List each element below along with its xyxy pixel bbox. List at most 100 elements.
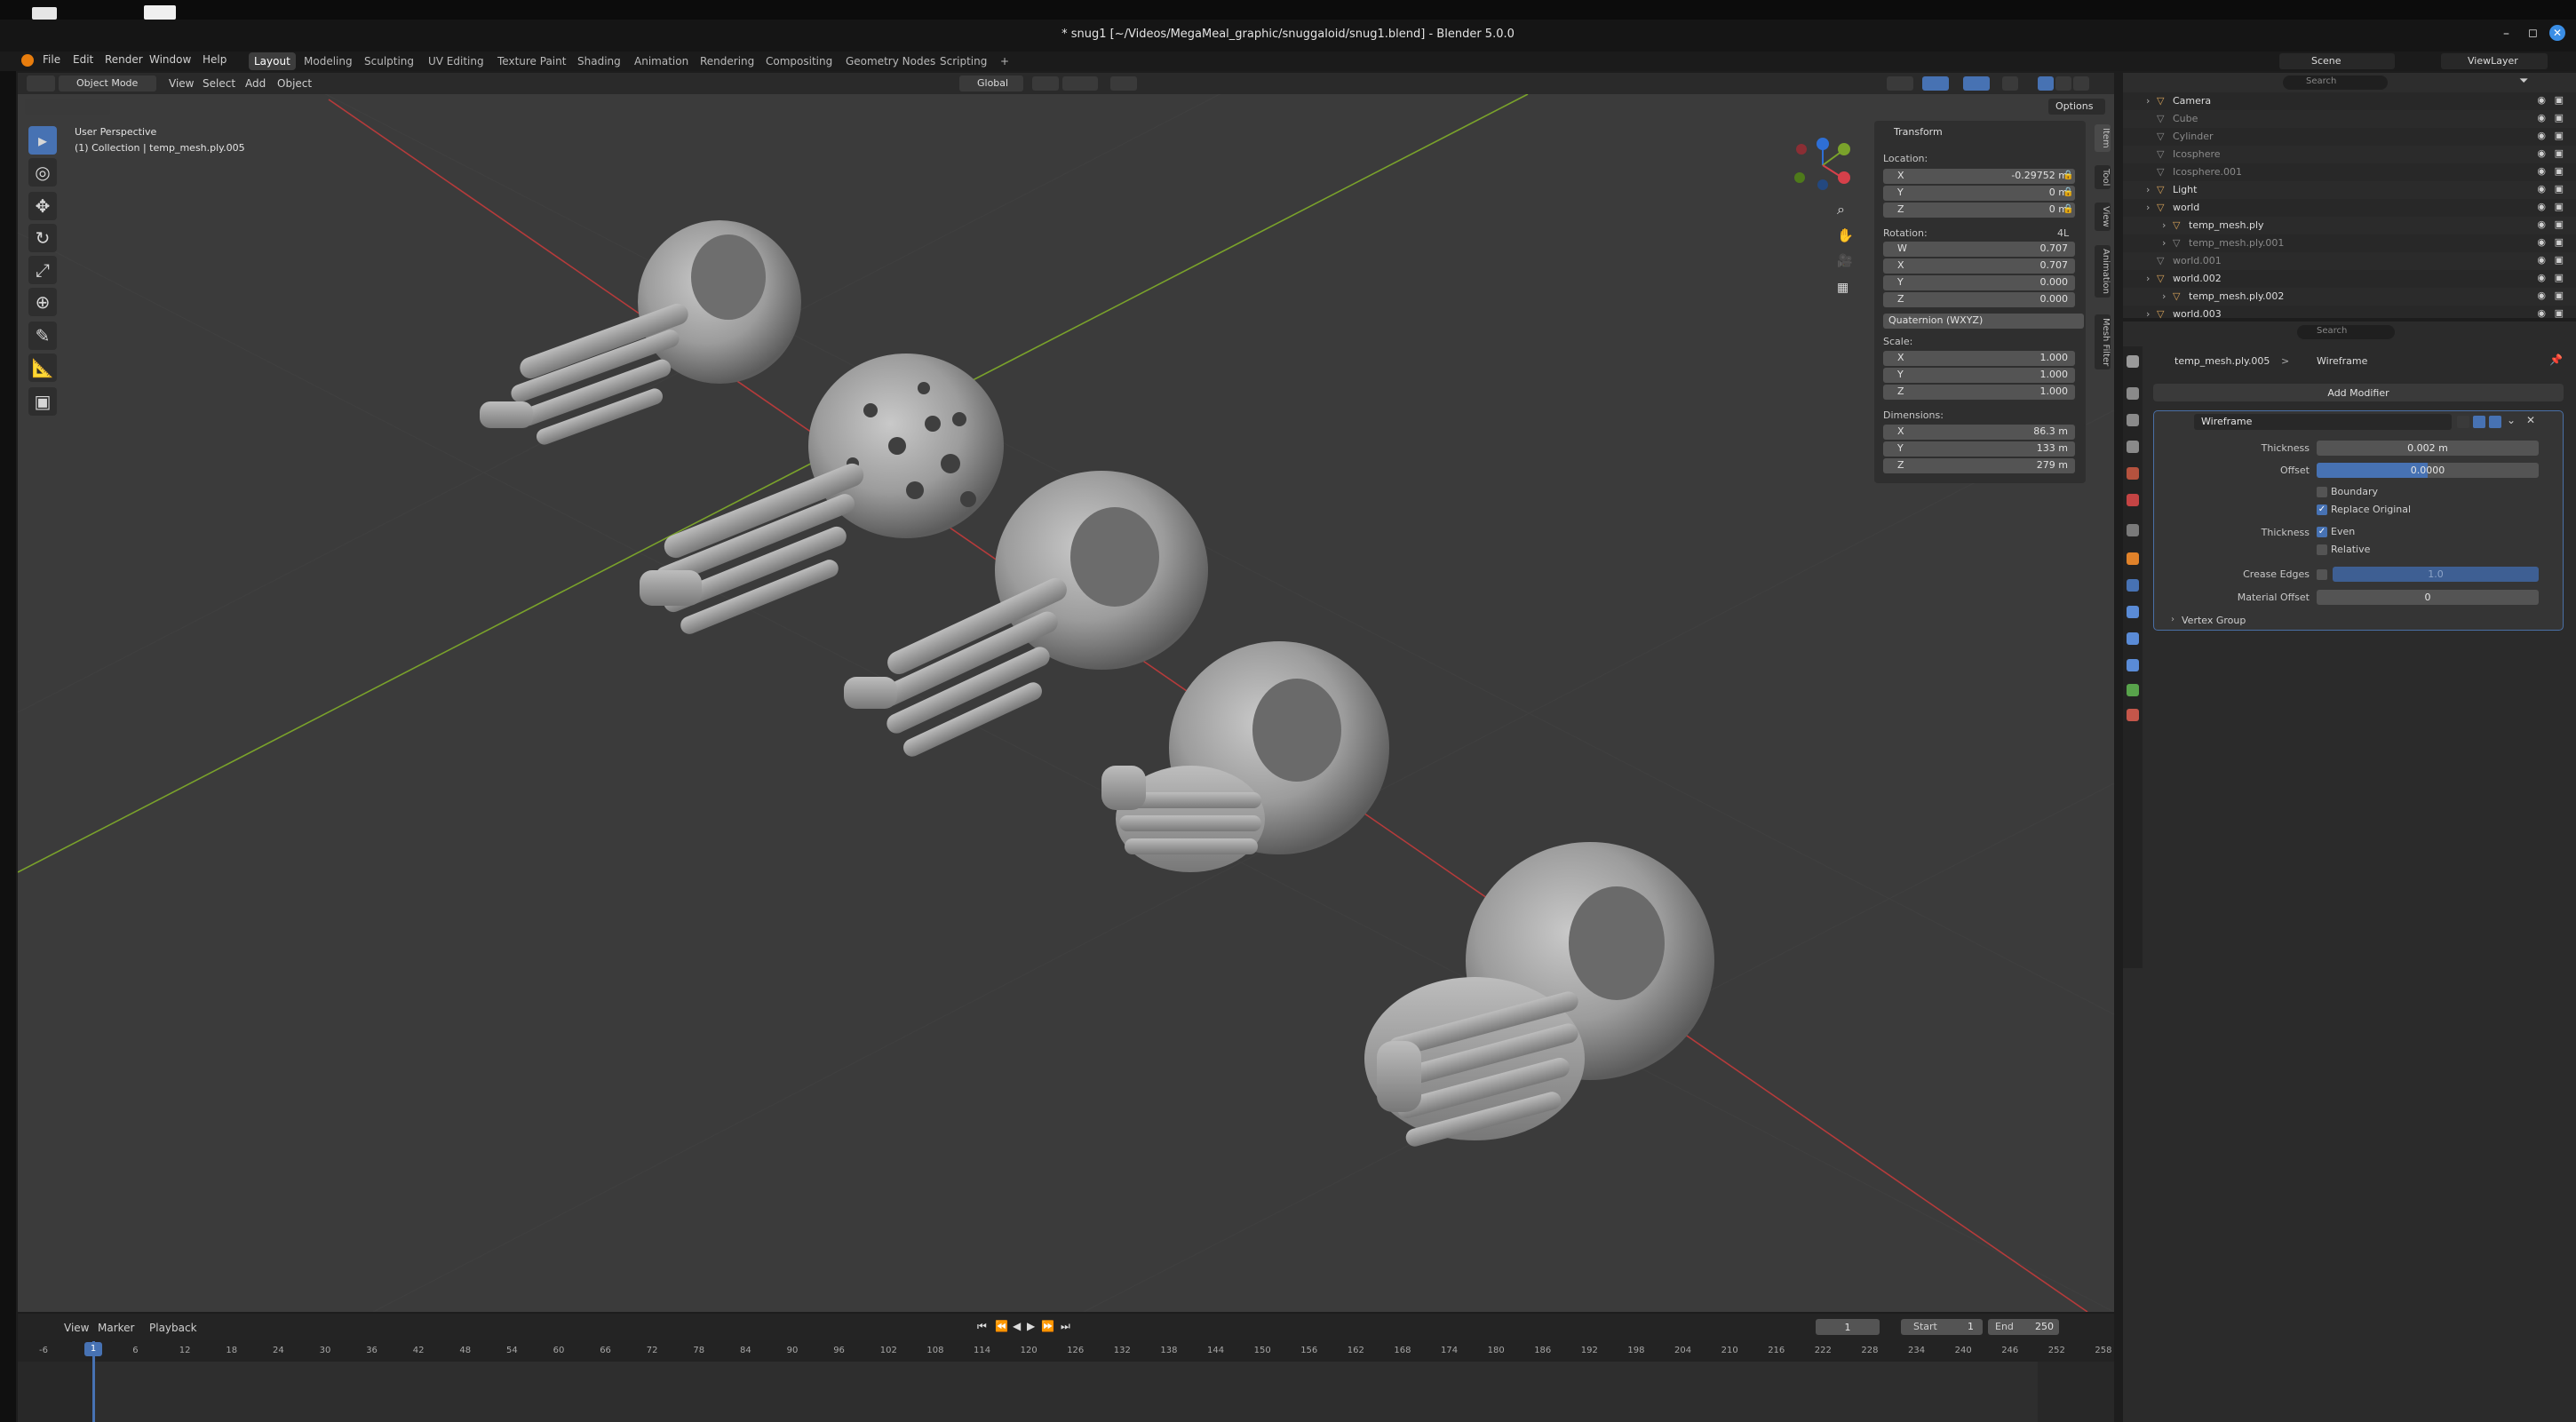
visibility-eye-icon[interactable]: ◉ (2537, 201, 2546, 212)
lock-icon[interactable]: 🔒 (2063, 204, 2073, 215)
pivot-icon[interactable] (1032, 76, 1059, 91)
vertex-group-subpanel[interactable]: › Vertex Group (2167, 615, 2523, 629)
add-workspace-button[interactable]: + (995, 52, 1014, 70)
blender-logo-icon[interactable] (21, 54, 34, 67)
measure-tool-icon[interactable]: 📐 (28, 354, 57, 382)
properties-search-input[interactable]: Search (2297, 325, 2395, 339)
render-properties-icon[interactable] (2127, 387, 2139, 400)
rotation-x-field[interactable]: X 0.707 (1883, 258, 2075, 274)
add-modifier-button[interactable]: Add Modifier (2153, 384, 2564, 401)
modifier-name-field[interactable]: Wireframe (2194, 414, 2452, 430)
visibility-eye-icon[interactable]: ◉ (2537, 254, 2546, 266)
rotation-mode-dropdown[interactable]: Quaternion (WXYZ) (1883, 314, 2084, 329)
playback-controls[interactable]: ⏮ ⏪ ◀ ▶ ⏩ ⏭ (974, 1318, 1089, 1336)
cursor-tool-icon[interactable]: ◎ (28, 158, 57, 187)
outliner-row[interactable]: ▽ Icosphere.001 ◉ ▣ (2123, 163, 2576, 181)
outliner-row[interactable]: › ▽ world.003 ◉ ▣ (2123, 306, 2576, 323)
visibility-eye-icon[interactable]: ◉ (2537, 236, 2546, 248)
visibility-eye-icon[interactable]: ◉ (2537, 165, 2546, 177)
tab-animation[interactable]: Animation (629, 52, 694, 70)
view-layer-icon[interactable] (2127, 441, 2139, 453)
npanel-tab-mesh-filter[interactable]: Mesh Filter (2095, 314, 2111, 370)
end-frame-field[interactable]: End 250 (1988, 1319, 2059, 1335)
dimensions-y-field[interactable]: Y 133 m (1883, 441, 2075, 457)
render-camera-icon[interactable]: ▣ (2555, 201, 2564, 212)
next-keyframe-icon[interactable]: ⏩ (1041, 1320, 1054, 1332)
navigation-gizmo[interactable] (1791, 133, 1869, 195)
collection-properties-icon[interactable] (2127, 524, 2139, 536)
npanel-tab-view[interactable]: View (2095, 203, 2111, 231)
replace-original-checkbox[interactable]: ✓ (2317, 504, 2327, 515)
pan-hand-icon[interactable]: ✋ (1837, 227, 1854, 243)
offset-field[interactable]: 0.0000 (2317, 463, 2539, 478)
tab-texture-paint[interactable]: Texture Paint (492, 52, 571, 70)
rotation-y-field[interactable]: Y 0.000 (1883, 275, 2075, 290)
transform-tool-icon[interactable]: ⊕ (28, 288, 57, 316)
viewlayer-selector[interactable]: ViewLayer (2441, 53, 2548, 69)
annotate-tool-icon[interactable]: ✎ (28, 322, 57, 350)
render-camera-icon[interactable]: ▣ (2555, 272, 2564, 283)
visibility-eye-icon[interactable]: ◉ (2537, 307, 2546, 319)
orientation-selector[interactable]: Global (959, 75, 1023, 91)
render-camera-icon[interactable]: ▣ (2555, 130, 2564, 141)
relative-checkbox[interactable] (2317, 544, 2327, 555)
thickness-field[interactable]: 0.002 m (2317, 441, 2539, 456)
outliner-row[interactable]: › ▽ Light ◉ ▣ (2123, 181, 2576, 199)
crease-edges-checkbox[interactable] (2317, 569, 2327, 580)
chevron-right-icon[interactable]: › (2146, 184, 2150, 195)
output-properties-icon[interactable] (2127, 414, 2139, 426)
even-checkbox[interactable]: ✓ (2317, 527, 2327, 537)
tab-uv-editing[interactable]: UV Editing (423, 52, 489, 70)
tab-scripting[interactable]: Scripting (934, 52, 992, 70)
snap-icon[interactable] (1062, 76, 1098, 91)
rotate-tool-icon[interactable]: ↻ (28, 224, 57, 252)
editor-type-button[interactable] (27, 75, 55, 91)
tool-settings-icon[interactable] (2127, 355, 2139, 368)
shading-material-icon[interactable] (2055, 76, 2071, 91)
outliner-row[interactable]: ▽ Cube ◉ ▣ (2123, 110, 2576, 128)
realtime-toggle-icon[interactable] (2473, 416, 2485, 428)
render-camera-icon[interactable]: ▣ (2555, 236, 2564, 248)
os-tray-icon[interactable] (32, 7, 57, 20)
select-box-tool-icon[interactable]: ▸ (28, 126, 57, 155)
options-button[interactable]: Options (2048, 99, 2105, 115)
pin-icon[interactable]: 📌 (2549, 354, 2563, 366)
visibility-eye-icon[interactable]: ◉ (2537, 218, 2546, 230)
constraints-icon[interactable] (2127, 659, 2139, 671)
outliner-search-input[interactable]: Search (2283, 75, 2388, 90)
outliner-row[interactable]: › ▽ world ◉ ▣ (2123, 199, 2576, 217)
rotation-mode-short[interactable]: 4L (2057, 227, 2069, 239)
tab-layout[interactable]: Layout (249, 52, 296, 70)
rotation-z-field[interactable]: Z 0.000 (1883, 292, 2075, 307)
filter-icon[interactable]: ⏷ (2519, 75, 2528, 88)
scale-z-field[interactable]: Z 1.000 (1883, 385, 2075, 400)
location-z-field[interactable]: Z0 m (1883, 203, 2075, 218)
play-reverse-icon[interactable]: ◀ (1013, 1320, 1021, 1332)
overlay-toggle-icon[interactable] (1963, 76, 1990, 91)
render-camera-icon[interactable]: ▣ (2555, 112, 2564, 123)
visibility-eye-icon[interactable]: ◉ (2537, 112, 2546, 123)
render-camera-icon[interactable]: ▣ (2555, 94, 2564, 106)
npanel-tab-item[interactable]: Item (2095, 124, 2111, 152)
play-icon[interactable]: ▶ (1027, 1320, 1035, 1332)
particles-icon[interactable] (2127, 606, 2139, 618)
viewport-menu-object[interactable]: Object (277, 77, 312, 90)
world-properties-icon[interactable] (2127, 494, 2139, 506)
start-frame-field[interactable]: Start 1 (1901, 1319, 1983, 1335)
npanel-tab-tool[interactable]: Tool (2095, 165, 2111, 190)
scale-x-field[interactable]: X 1.000 (1883, 351, 2075, 366)
timeline-menu-marker[interactable]: Marker (98, 1322, 134, 1334)
menu-help[interactable]: Help (203, 53, 227, 66)
chevron-right-icon[interactable]: › (2146, 202, 2150, 213)
selection-mode-buttons[interactable] (25, 99, 110, 115)
menu-render[interactable]: Render (105, 53, 143, 66)
close-window-button[interactable]: ✕ (2549, 25, 2565, 41)
menu-file[interactable]: File (43, 53, 60, 66)
tab-modeling[interactable]: Modeling (298, 52, 358, 70)
visibility-eye-icon[interactable]: ◉ (2537, 130, 2546, 141)
mode-selector[interactable]: Object Mode (59, 75, 156, 91)
prev-keyframe-icon[interactable]: ⏪ (995, 1320, 1008, 1332)
jump-end-icon[interactable]: ⏭ (1061, 1320, 1070, 1333)
timeline-menu-view[interactable]: View (64, 1322, 89, 1334)
timeline-menu-playback[interactable]: Playback (149, 1322, 197, 1334)
